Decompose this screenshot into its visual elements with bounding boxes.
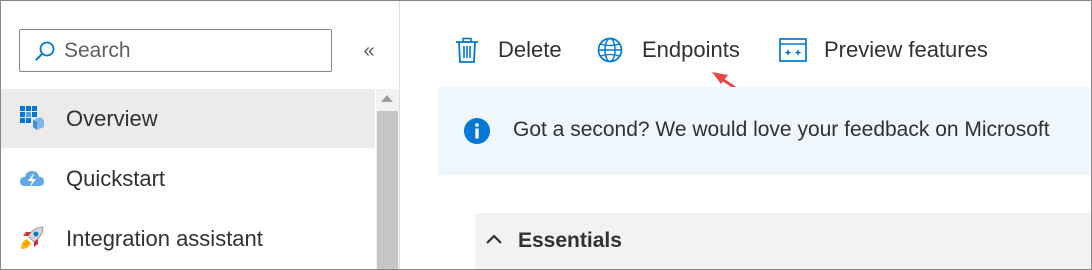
scroll-up-arrow-icon[interactable] [381,95,393,102]
search-input[interactable] [64,36,319,66]
preview-features-label: Preview features [824,37,988,62]
overview-icon [20,106,44,130]
collapse-sidebar-button[interactable]: « [357,37,381,65]
feedback-message: Got a second? We would love your feedbac… [513,118,1050,141]
delete-label: Delete [498,37,562,62]
rocket-icon [21,226,44,249]
search-icon [35,41,55,61]
sidebar-item-integration-assistant[interactable]: Integration assistant [1,209,375,268]
delete-button[interactable]: Delete [454,29,562,71]
globe-icon [597,37,623,63]
sidebar-item-label: Quickstart [66,165,166,191]
sidebar-scrollbar[interactable] [376,89,399,269]
scrollbar-thumb[interactable] [377,111,398,269]
trash-icon [456,37,478,63]
sidebar-item-quickstart[interactable]: Quickstart [1,149,375,208]
sidebar-item-label: Integration assistant [66,225,263,251]
essentials-toggle[interactable]: Essentials [475,213,1091,269]
chevron-up-icon [486,234,502,244]
preview-features-button[interactable]: Preview features [779,29,988,71]
feedback-banner: Got a second? We would love your feedbac… [438,87,1091,175]
sidebar-nav: Overview Quickstart Integration assistan… [1,89,375,269]
cloud-bolt-icon [20,171,44,187]
sidebar-item-overview[interactable]: Overview [1,89,375,148]
search-box[interactable] [19,29,332,72]
endpoints-label: Endpoints [642,37,740,62]
sidebar-divider [399,1,400,269]
portal-frame: « Overview Quickstart [0,0,1092,270]
info-icon [464,118,490,144]
sidebar-item-label: Overview [66,105,158,131]
preview-features-icon [779,38,807,62]
essentials-label: Essentials [518,229,622,252]
